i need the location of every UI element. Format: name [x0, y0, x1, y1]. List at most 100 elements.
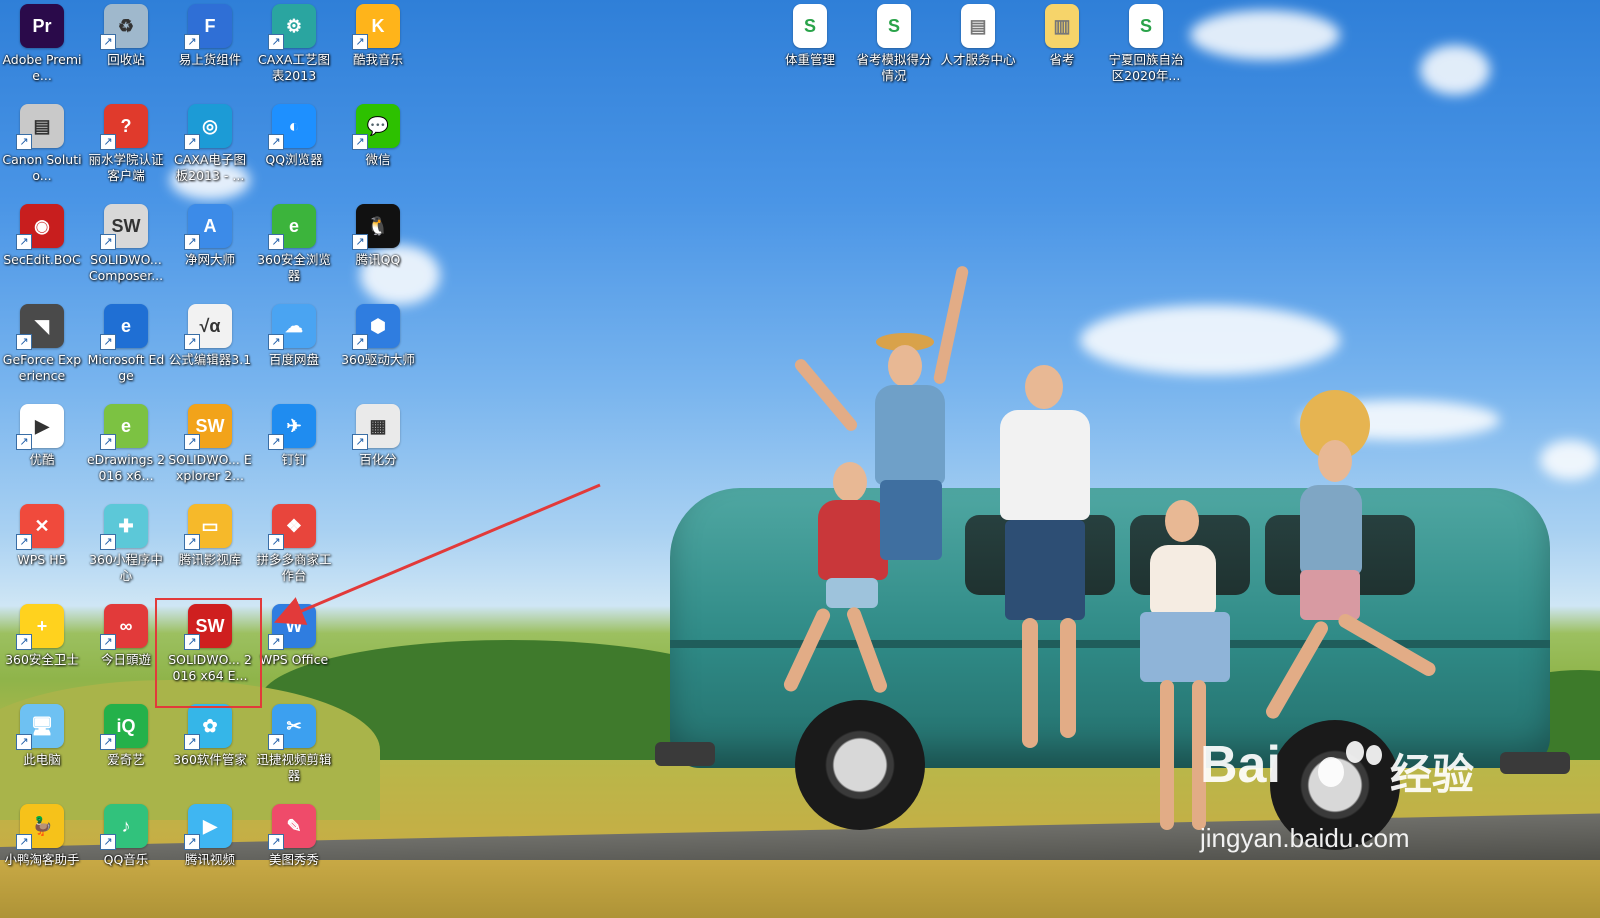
- desktop-icon[interactable]: S 宁夏回族自治区2020年...: [1104, 0, 1188, 92]
- desktop-icon[interactable]: e ↗ eDrawings 2016 x6...: [84, 400, 168, 492]
- desktop-icon[interactable]: ✕ ↗ WPS H5: [0, 500, 84, 592]
- desktop-icon-label: 公式编辑器3.1: [168, 352, 252, 367]
- desktop-icon-label: eDrawings 2016 x6...: [86, 452, 166, 483]
- desktop-icon[interactable]: √α ↗ 公式编辑器3.1: [168, 300, 252, 392]
- cloud: [1420, 45, 1490, 95]
- watermark-url: jingyan.baidu.com: [1200, 823, 1410, 853]
- spreadsheet-icon: S: [1129, 4, 1163, 48]
- desktop-icon-label: 丽水学院认证客户端: [88, 152, 164, 183]
- highlight-box: [155, 598, 262, 708]
- desktop-icon[interactable]: A ↗ 净网大师: [168, 200, 252, 292]
- desktop-icon-label: CAXA工艺图表2013: [258, 52, 330, 83]
- desktop-icon[interactable]: ▤ ↗ Canon Solutio...: [0, 100, 84, 192]
- desktop-icon-label: SecEdit.BOC: [3, 252, 81, 267]
- desktop-icon[interactable]: ✈ ↗ 钉钉: [252, 400, 336, 492]
- desktop-icon-label: 易上货组件: [178, 52, 242, 67]
- shortcut-arrow-icon: ↗: [100, 634, 116, 650]
- desktop-icon[interactable]: ♪ ↗ QQ音乐: [84, 800, 168, 892]
- desktop-icon[interactable]: + ↗ 360安全卫士: [0, 600, 84, 692]
- shortcut-arrow-icon: ↗: [184, 134, 200, 150]
- desktop-icon[interactable]: Pr Adobe Premie...: [0, 0, 84, 92]
- desktop-icon[interactable]: 🐧 ↗ 腾讯QQ: [336, 200, 420, 292]
- shortcut-arrow-icon: ↗: [268, 634, 284, 650]
- shortcut-arrow-icon: ↗: [100, 734, 116, 750]
- desktop-icon-label: 360驱动大师: [341, 352, 415, 367]
- desktop-icon[interactable]: K ↗ 酷我音乐: [336, 0, 420, 92]
- desktop-icon[interactable]: SW ↗ SOLIDWO... Composer...: [84, 200, 168, 292]
- desktop-wallpaper: Bai 经验 jingyan.baidu.com Pr Adobe Premie.…: [0, 0, 1600, 918]
- desktop-icon[interactable]: 🖥 ↗ 此电脑: [0, 700, 84, 792]
- desktop-icon[interactable]: ❖ ↗ 拼多多商家工作台: [252, 500, 336, 592]
- shortcut-arrow-icon: ↗: [184, 334, 200, 350]
- desktop-icon-label: 微信: [365, 152, 391, 167]
- desktop-icon-label: CAXA电子图板2013 - ...: [174, 152, 246, 183]
- desktop-icon-label: 拼多多商家工作台: [256, 552, 332, 583]
- cloud: [1540, 440, 1600, 480]
- shortcut-arrow-icon: ↗: [100, 34, 116, 50]
- desktop-icon[interactable]: SW ↗ SOLIDWO... Explorer 2...: [168, 400, 252, 492]
- shortcut-arrow-icon: ↗: [268, 834, 284, 850]
- desktop-icon[interactable]: ⬢ ↗ 360驱动大师: [336, 300, 420, 392]
- desktop-icon[interactable]: e ↗ Microsoft Edge: [84, 300, 168, 392]
- desktop-icon[interactable]: S 体重管理: [768, 0, 852, 92]
- shortcut-arrow-icon: ↗: [16, 734, 32, 750]
- desktop-icon[interactable]: ▥ 省考: [1020, 0, 1104, 92]
- desktop-icon[interactable]: F ↗ 易上货组件: [168, 0, 252, 92]
- desktop-icon[interactable]: e ↗ 360安全浏览器: [252, 200, 336, 292]
- shortcut-arrow-icon: ↗: [16, 334, 32, 350]
- desktop-icon[interactable]: ▤ 人才服务中心: [936, 0, 1020, 92]
- desktop-icon[interactable]: ✂ ↗ 迅捷视频剪辑器: [252, 700, 336, 792]
- shortcut-arrow-icon: ↗: [268, 434, 284, 450]
- desktop-icon-label: 优酷: [29, 452, 55, 467]
- desktop-icon-label: Microsoft Edge: [87, 352, 165, 383]
- desktop-icon[interactable]: ✿ ↗ 360软件管家: [168, 700, 252, 792]
- desktop-icon[interactable]: S 省考模拟得分情况: [852, 0, 936, 92]
- shortcut-arrow-icon: ↗: [184, 734, 200, 750]
- desktop-icon-label: WPS Office: [259, 652, 329, 667]
- desktop-icon[interactable]: ▦ ↗ 百化分: [336, 400, 420, 492]
- desktop-icon-label: WPS H5: [17, 552, 67, 567]
- cloud: [1190, 10, 1340, 60]
- desktop-icon-label: 爱奇艺: [107, 752, 145, 767]
- desktop-icon[interactable]: ? ↗ 丽水学院认证客户端: [84, 100, 168, 192]
- shortcut-arrow-icon: ↗: [184, 534, 200, 550]
- desktop-icon[interactable]: ♻ ↗ 回收站: [84, 0, 168, 92]
- desktop-icon[interactable]: ▶ ↗ 腾讯视频: [168, 800, 252, 892]
- folder-icon: ▥: [1045, 4, 1079, 48]
- desktop-icon-label: 体重管理: [784, 52, 835, 67]
- desktop-icon[interactable]: ◎ ↗ CAXA电子图板2013 - ...: [168, 100, 252, 192]
- desktop-icon[interactable]: 💬 ↗ 微信: [336, 100, 420, 192]
- desktop-icon-label: GeForce Experience: [2, 352, 82, 383]
- shortcut-arrow-icon: ↗: [184, 834, 200, 850]
- desktop-icon[interactable]: ▶ ↗ 优酷: [0, 400, 84, 492]
- desktop-icon-label: 宁夏回族自治区2020年...: [1108, 52, 1184, 83]
- van-bumper: [655, 742, 715, 766]
- baidu-jingyan-watermark: Bai 经验 jingyan.baidu.com: [1200, 735, 1500, 865]
- desktop-icon-label: Canon Solutio...: [2, 152, 82, 183]
- desktop-icon-label: 省考: [1049, 52, 1075, 67]
- desktop-icon-label: 人才服务中心: [940, 52, 1016, 67]
- shortcut-arrow-icon: ↗: [100, 334, 116, 350]
- shortcut-arrow-icon: ↗: [100, 534, 116, 550]
- shortcut-arrow-icon: ↗: [16, 234, 32, 250]
- desktop-icon-label: 360安全卫士: [5, 652, 79, 667]
- desktop-icon[interactable]: ☁ ↗ 百度网盘: [252, 300, 336, 392]
- desktop-icon-label: 腾讯QQ: [355, 252, 401, 267]
- desktop-icon[interactable]: ✚ ↗ 360小程序中心: [84, 500, 168, 592]
- desktop-icon[interactable]: ◥ ↗ GeForce Experience: [0, 300, 84, 392]
- desktop-icon[interactable]: ◐ ↗ QQ浏览器: [252, 100, 336, 192]
- desktop-icon[interactable]: 🦆 ↗ 小鸭淘客助手: [0, 800, 84, 892]
- shortcut-arrow-icon: ↗: [100, 834, 116, 850]
- desktop-icon[interactable]: iQ ↗ 爱奇艺: [84, 700, 168, 792]
- paw-icon: [1346, 741, 1364, 763]
- desktop-icon[interactable]: ✎ ↗ 美图秀秀: [252, 800, 336, 892]
- desktop-icon[interactable]: W ↗ WPS Office: [252, 600, 336, 692]
- shortcut-arrow-icon: ↗: [16, 834, 32, 850]
- desktop-icon[interactable]: ◉ ↗ SecEdit.BOC: [0, 200, 84, 292]
- desktop-icon-label: 360小程序中心: [89, 552, 163, 583]
- shortcut-arrow-icon: ↗: [16, 634, 32, 650]
- desktop-icon[interactable]: ⚙ ↗ CAXA工艺图表2013: [252, 0, 336, 92]
- desktop-icon[interactable]: ▭ ↗ 腾讯影视库: [168, 500, 252, 592]
- desktop-icon-label: 省考模拟得分情况: [856, 52, 932, 83]
- desktop-icon-label: 小鸭淘客助手: [4, 852, 80, 867]
